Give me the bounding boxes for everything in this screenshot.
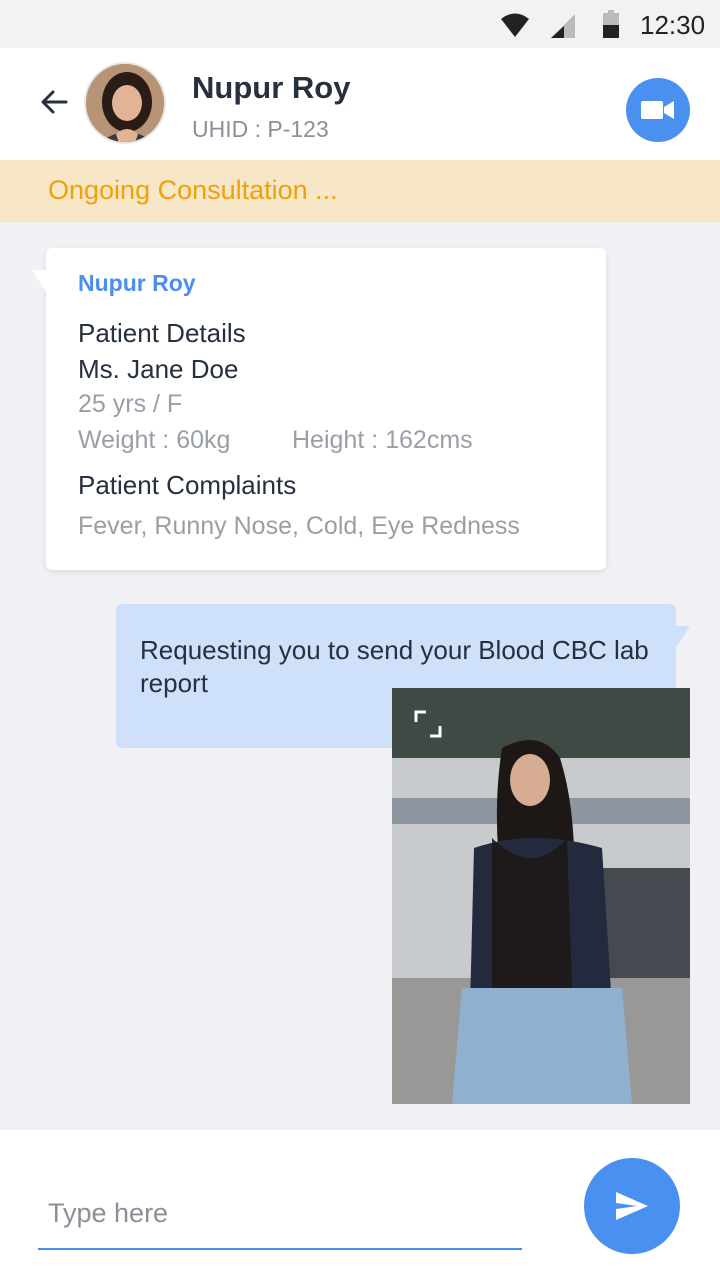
patient-weight: Weight : 60kg: [78, 426, 231, 454]
patient-height: Height : 162cms: [292, 426, 473, 454]
patient-age-gender: 25 yrs / F: [78, 390, 183, 418]
patient-name: Ms. Jane Doe: [78, 354, 239, 384]
send-icon: [616, 1192, 648, 1220]
consultation-banner: Ongoing Consultation ...: [0, 160, 720, 222]
bubble-tail: [672, 626, 690, 654]
bubble-tail: [32, 270, 50, 298]
complaints-title: Patient Complaints: [78, 470, 297, 500]
contact-uhid: UHID : P-123: [192, 116, 329, 142]
message-input[interactable]: [38, 1178, 522, 1250]
send-button[interactable]: [584, 1158, 680, 1254]
message-composer: [0, 1130, 720, 1280]
video-call-button[interactable]: [626, 78, 690, 142]
status-bar: 12:30: [0, 0, 720, 48]
sender-name: Nupur Roy: [78, 270, 196, 296]
cell-signal-icon: [551, 14, 575, 38]
wifi-icon: [501, 13, 529, 37]
complaints-text: Fever, Runny Nose, Cold, Eye Redness: [78, 512, 520, 540]
chat-header: Nupur Roy UHID : P-123: [0, 48, 720, 160]
video-camera-icon: [641, 101, 674, 119]
contact-name: Nupur Roy: [192, 70, 351, 105]
banner-text: Ongoing Consultation ...: [48, 175, 338, 205]
expand-icon[interactable]: [414, 710, 442, 738]
section-title: Patient Details: [78, 318, 246, 348]
avatar[interactable]: [84, 62, 166, 144]
patient-details-card: Nupur Roy Patient Details Ms. Jane Doe 2…: [32, 248, 606, 570]
image-attachment[interactable]: [392, 688, 690, 1104]
battery-icon: [603, 10, 619, 38]
status-time: 12:30: [640, 10, 706, 40]
arrow-left-icon[interactable]: [36, 84, 72, 120]
